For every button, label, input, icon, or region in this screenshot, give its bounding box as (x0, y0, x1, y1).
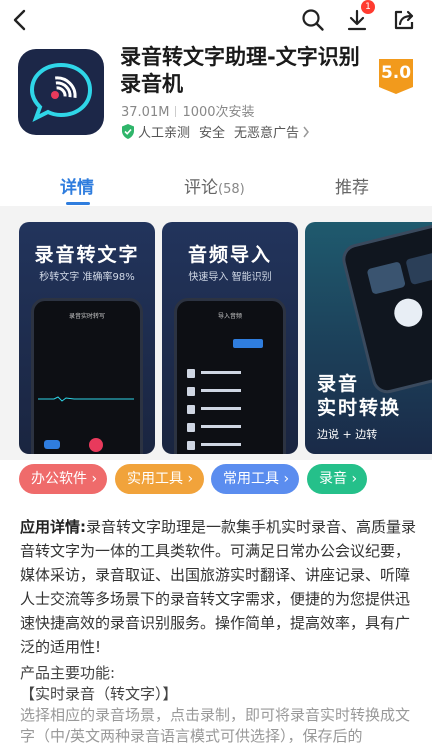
screenshot-subtitle: 边说 + 边转 (317, 428, 378, 441)
phone-mockup: 导入音频 (174, 298, 286, 454)
download-count-badge: 1 (361, 0, 375, 14)
share-icon[interactable] (392, 8, 416, 32)
back-icon[interactable] (10, 8, 30, 32)
features-heading: 产品主要功能: (20, 664, 116, 682)
verified-label: 人工亲测 (138, 126, 191, 141)
screenshot-subtitle: 秒转文字 准确率98% (39, 272, 135, 283)
search-icon[interactable] (301, 8, 325, 32)
rating-badge: 5.0 (379, 59, 413, 94)
feature-item-title: 【实时录音（转文字）】 (20, 685, 178, 703)
screenshot-2[interactable]: 音频导入 快速导入 智能识别 导入音频 (162, 222, 298, 454)
screenshot-headline: 音频导入 (187, 244, 272, 266)
safety-info[interactable]: 人工亲测 安全 无恶意广告 (121, 122, 310, 141)
app-meta: 37.01M 1000次安装 (121, 101, 255, 120)
screenshot-3[interactable]: 录音 实时转换 边说 + 边转 (305, 222, 432, 454)
no-ads-label: 无恶意广告 (234, 126, 300, 141)
features-section: 产品主要功能: 【实时录音（转文字）】 选择相应的录音场景，点击录制，即可将录音… (20, 663, 416, 747)
tag-recording[interactable]: 录音 › (307, 464, 367, 494)
app-size: 37.01M (121, 105, 170, 120)
phone-mockup: 录音实时转写 (31, 298, 143, 454)
tab-recommend[interactable]: 推荐 (335, 173, 369, 198)
shield-check-icon (122, 124, 134, 139)
tag-common-tools[interactable]: 常用工具 › (211, 464, 299, 494)
top-bar: 1 (0, 0, 432, 40)
description-text: 录音转文字助理是一款集手机实时录音、高质量录音转文字为一体的工具类软件。可满足日… (20, 518, 417, 656)
screenshot-headline: 录音 实时转换 (317, 373, 402, 419)
tag-list: 办公软件 › 实用工具 › 常用工具 › 录音 › (0, 464, 432, 498)
tab-comments[interactable]: 评论(58) (184, 173, 245, 198)
app-icon (18, 49, 104, 135)
app-description: 应用详情:录音转文字助理是一款集手机实时录音、高质量录音转文字为一体的工具类软件… (20, 515, 416, 659)
feature-item-desc: 选择相应的录音场景，点击录制，即可将录音实时转换成文字（中/英文两种录音语言模式… (20, 706, 411, 745)
tab-indicator (66, 202, 90, 205)
safe-label: 安全 (199, 126, 226, 141)
tag-utility[interactable]: 实用工具 › (115, 464, 204, 494)
chevron-right-icon (303, 126, 310, 137)
tab-bar: 详情 评论(58) 推荐 (0, 164, 432, 206)
screenshot-subtitle: 快速导入 智能识别 (188, 272, 272, 283)
description-label: 应用详情: (20, 518, 86, 536)
tag-office[interactable]: 办公软件 › (19, 464, 107, 494)
screenshot-gallery[interactable]: 录音转文字 秒转文字 准确率98% 录音实时转写 音频导入 快速导入 智能识别 … (0, 206, 432, 460)
install-count: 1000次安装 (182, 105, 255, 120)
screenshot-1[interactable]: 录音转文字 秒转文字 准确率98% 录音实时转写 (19, 222, 155, 454)
tab-details[interactable]: 详情 (60, 173, 94, 198)
screenshot-headline: 录音转文字 (34, 244, 140, 266)
app-title: 录音转文字助理-文字识别录音机 (120, 45, 360, 96)
